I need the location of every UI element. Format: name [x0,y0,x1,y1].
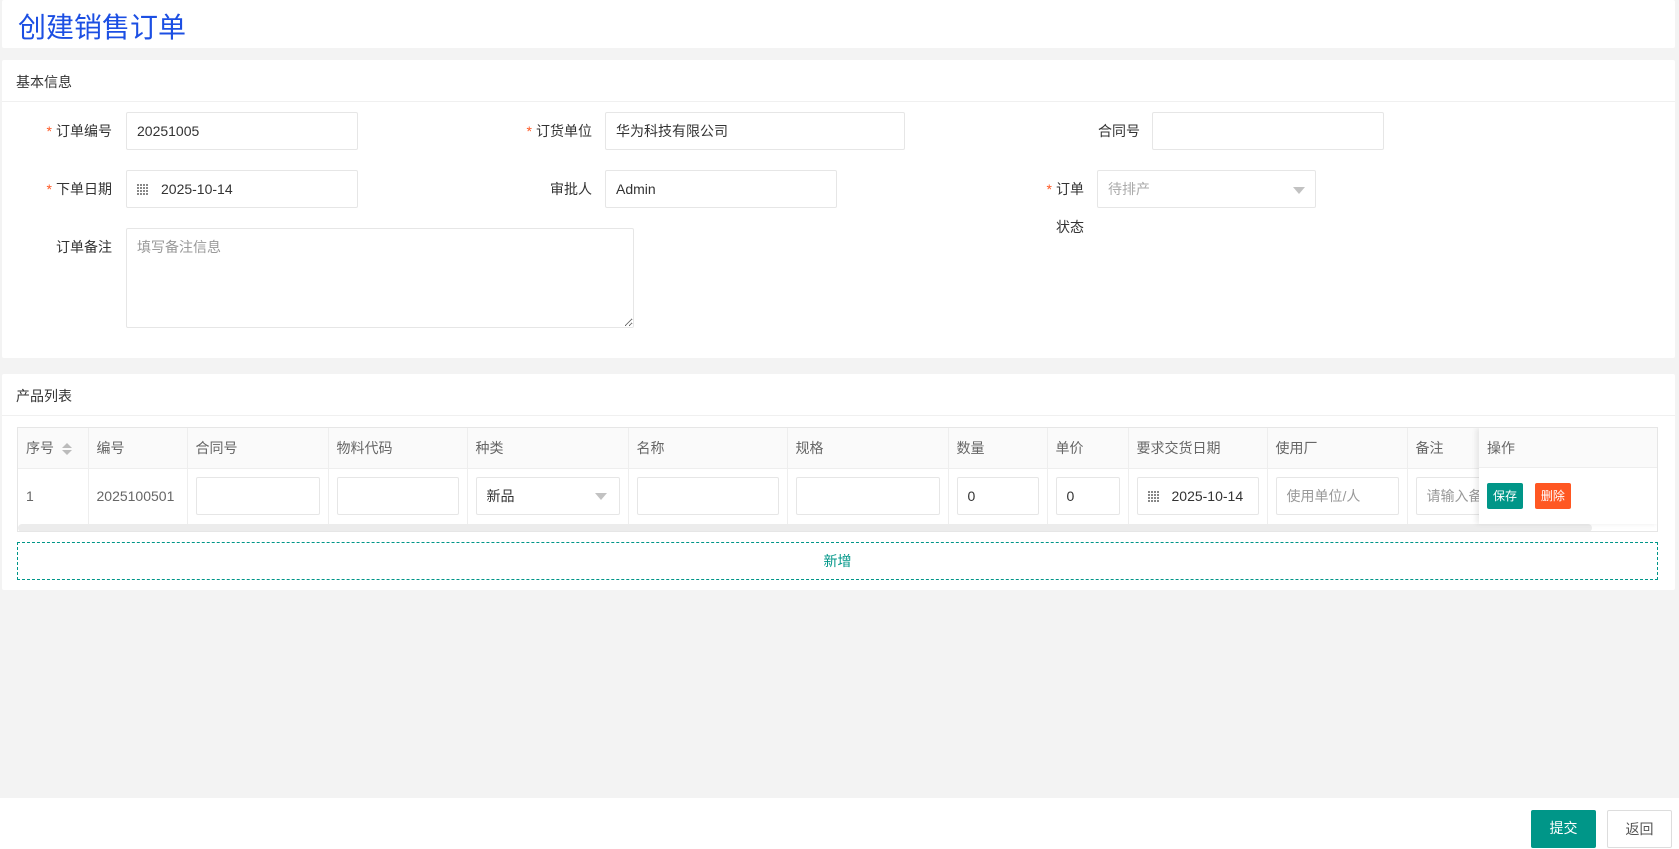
basic-info-header: 基本信息 [2,60,1675,102]
customer-label: * 订货单位 [526,123,592,139]
col-price: 单价 [1047,428,1129,469]
name-cell-input[interactable] [636,477,779,516]
contract-label: 合同号 [1098,123,1140,139]
footer-bar: 提交 返回 [0,798,1679,849]
col-remark: 备注 [1407,428,1479,469]
col-name: 名称 [628,428,788,469]
actions-column: 操作 保存 删除 [1479,428,1657,524]
order-date-label: * 下单日期 [46,181,112,197]
order-no-input[interactable] [126,112,358,150]
col-seq[interactable]: 序号 [18,428,89,469]
status-label-line2: 状态 [1056,219,1084,235]
col-spec: 规格 [787,428,949,469]
col-delivery: 要求交货日期 [1128,428,1268,469]
remark-cell-input[interactable] [1415,477,1479,516]
product-table: 序号 编号 合同号 物料代码 种类 名称 规格 数量 单价 要求交货日期 使用厂… [17,427,1658,532]
calendar-icon [1147,490,1160,503]
delivery-date-picker[interactable]: 2025-10-14 [1136,477,1259,516]
page-title: 创建销售订单 [18,12,187,43]
product-list-header: 产品列表 [2,374,1675,416]
customer-input[interactable] [605,112,905,150]
basic-info-card: 基本信息 *订单编号 *订货单位 合同号 *下单日期 2025-10-14 审批… [2,60,1675,358]
cell-seq: 1 [18,468,89,524]
order-no-label: * 订单编号 [46,123,112,139]
chevron-down-icon [1293,187,1305,194]
order-date-picker[interactable]: 2025-10-14 [126,170,358,208]
table-row: 1 2025100501 新品 2025-10-14 [18,468,1479,524]
cell-code: 2025100501 [88,468,188,524]
approver-label: 审批人 [550,181,592,197]
status-select[interactable]: 待排产 [1097,170,1316,208]
col-qty: 数量 [948,428,1048,469]
col-material: 物料代码 [328,428,468,469]
kind-select[interactable]: 新品 [475,477,620,516]
col-code: 编号 [88,428,188,469]
col-contract: 合同号 [187,428,329,469]
status-label: * 订单 [1046,181,1084,197]
save-row-button[interactable]: 保存 [1487,483,1524,509]
add-row-button[interactable]: 新增 [17,542,1658,580]
delete-row-button[interactable]: 删除 [1534,483,1571,509]
horizontal-scrollbar[interactable] [18,524,1592,531]
col-actions: 操作 [1479,428,1657,468]
qty-cell-input[interactable] [956,477,1039,516]
title-bar: 创建销售订单 [2,0,1675,48]
approver-input[interactable] [605,170,837,208]
submit-button[interactable]: 提交 [1531,810,1596,848]
contract-input[interactable] [1152,112,1384,150]
chevron-down-icon [594,493,607,501]
back-button[interactable]: 返回 [1607,810,1672,848]
col-factory: 使用厂 [1267,428,1408,469]
col-kind: 种类 [467,428,629,469]
factory-cell-input[interactable] [1275,477,1399,516]
price-cell-input[interactable] [1055,477,1120,516]
spec-cell-input[interactable] [795,477,940,516]
calendar-icon [137,183,149,195]
table-header-row: 序号 编号 合同号 物料代码 种类 名称 规格 数量 单价 要求交货日期 使用厂… [18,428,1479,469]
contract-cell-input[interactable] [195,477,320,516]
remark-label: 订单备注 [56,239,112,255]
material-cell-input[interactable] [336,477,459,516]
sort-icon[interactable] [61,442,72,456]
remark-textarea[interactable] [126,228,634,328]
